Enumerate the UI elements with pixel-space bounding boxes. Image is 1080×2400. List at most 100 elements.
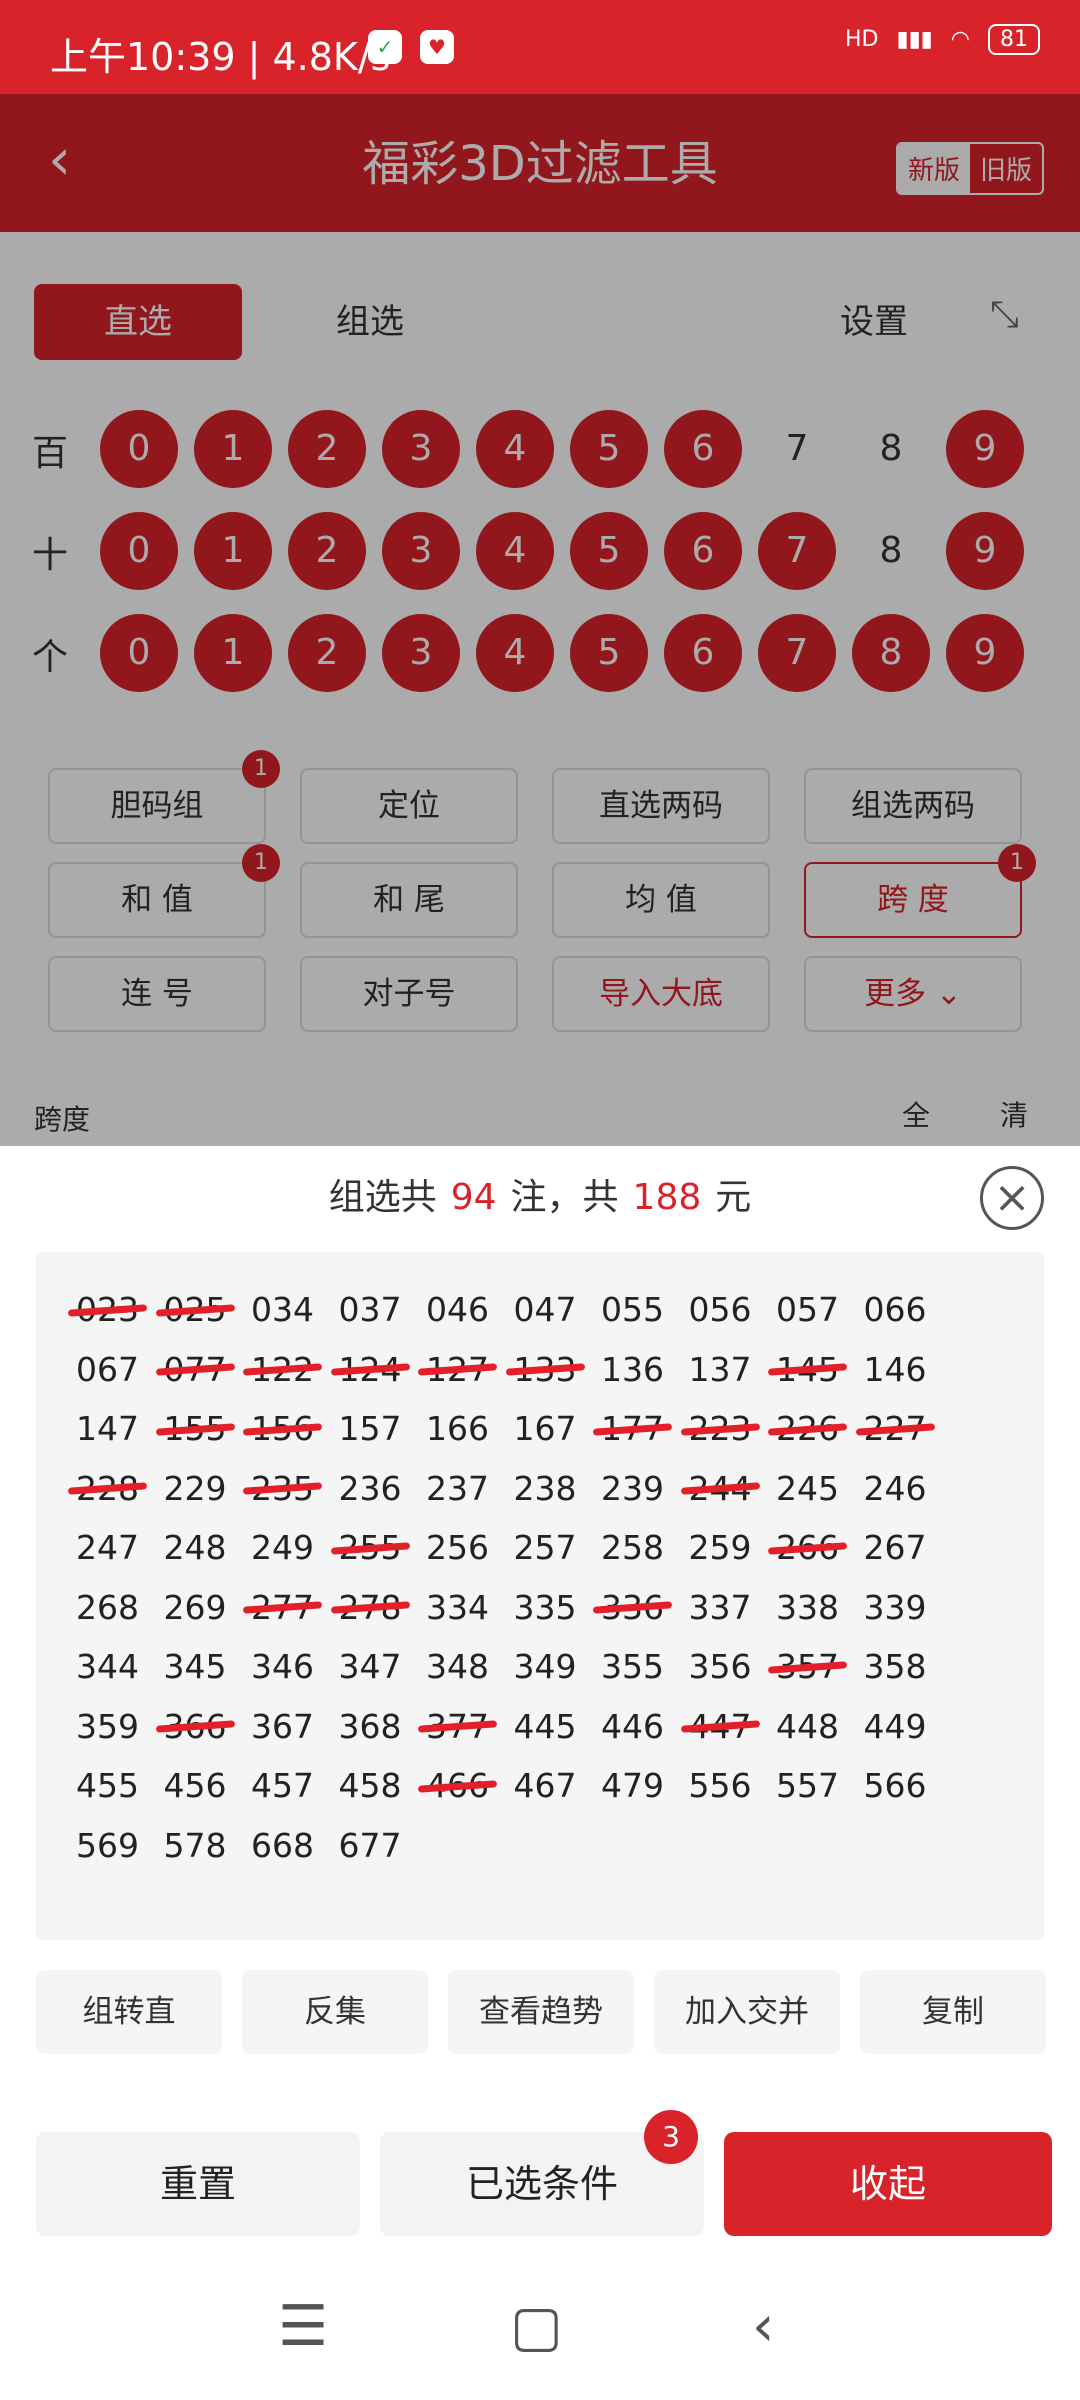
- action-button[interactable]: 组转直: [36, 1970, 222, 2054]
- number-item: 348: [426, 1647, 489, 1686]
- number-item: 458: [338, 1766, 402, 1805]
- menu-icon[interactable]: ☰: [278, 2294, 328, 2359]
- number-item: 377: [414, 1707, 501, 1746]
- summary-prefix: 组选共: [328, 1177, 437, 1218]
- number-item: 237: [426, 1468, 489, 1508]
- number-item: 238: [513, 1468, 577, 1508]
- battery-icon: 81: [988, 24, 1040, 55]
- number-item: 345: [163, 1647, 227, 1686]
- number-item: 167: [513, 1409, 577, 1448]
- number-item: 147: [76, 1409, 139, 1448]
- number-item: 136: [601, 1349, 664, 1389]
- number-item: 236: [338, 1468, 402, 1508]
- signal-bars-icon: ▮▮▮: [896, 27, 933, 52]
- status-time: 上午10:39 | 4.8K/s: [50, 35, 391, 79]
- hd-signal-icon: HD: [844, 27, 879, 52]
- number-item: 677: [338, 1825, 402, 1865]
- collapse-button[interactable]: 收起: [724, 2132, 1052, 2236]
- number-item: 255: [327, 1528, 414, 1567]
- number-item: 337: [688, 1587, 752, 1627]
- number-item: 047: [513, 1290, 577, 1329]
- number-item: 239: [601, 1468, 664, 1508]
- result-summary: 组选共 94 注，共 188 元: [0, 1168, 1080, 1220]
- number-item: 449: [863, 1706, 927, 1746]
- number-item: 367: [251, 1706, 314, 1746]
- number-item: 166: [426, 1409, 489, 1448]
- number-item: 344: [76, 1647, 139, 1686]
- number-item: 277: [239, 1588, 326, 1627]
- number-item: 349: [513, 1647, 577, 1686]
- number-item: 455: [76, 1766, 139, 1805]
- status-bar: 上午10:39 | 4.8K/s ✓ ♥ HD ▮▮▮ ◠ 81: [0, 0, 1080, 94]
- number-item: 023: [64, 1290, 151, 1329]
- wifi-icon: ◠: [950, 27, 970, 52]
- number-item: 446: [601, 1706, 664, 1746]
- number-item: 338: [776, 1587, 839, 1627]
- number-item: 055: [601, 1290, 664, 1329]
- home-icon[interactable]: ▢: [510, 2294, 563, 2359]
- reset-button[interactable]: 重置: [36, 2132, 360, 2236]
- number-item: 248: [163, 1528, 227, 1567]
- total-amount: 188: [632, 1177, 702, 1218]
- number-item: 229: [163, 1468, 227, 1508]
- number-item: 259: [688, 1528, 752, 1567]
- close-icon[interactable]: ×: [980, 1166, 1044, 1230]
- number-item: 368: [338, 1706, 402, 1746]
- number-item: 127: [414, 1350, 501, 1389]
- number-item: 366: [152, 1707, 239, 1746]
- number-item: 146: [863, 1349, 927, 1389]
- action-button[interactable]: 复制: [860, 1970, 1046, 2054]
- number-item: 037: [338, 1290, 402, 1329]
- number-item: 336: [589, 1588, 676, 1627]
- number-item: 258: [601, 1528, 664, 1567]
- number-item: 245: [776, 1468, 839, 1508]
- number-item: 077: [152, 1350, 239, 1389]
- number-item: 122: [239, 1350, 326, 1389]
- number-item: 359: [76, 1706, 139, 1746]
- summary-suffix: 元: [715, 1177, 752, 1218]
- number-item: 569: [76, 1825, 139, 1865]
- selected-count-badge: 3: [644, 2110, 698, 2164]
- number-item: 256: [426, 1528, 489, 1567]
- action-button[interactable]: 加入交并: [654, 1970, 840, 2054]
- number-item: 066: [863, 1290, 927, 1329]
- number-item: 177: [589, 1409, 676, 1448]
- number-item: 356: [688, 1647, 752, 1686]
- number-item: 228: [64, 1469, 151, 1508]
- back-nav-icon[interactable]: ‹: [752, 2294, 774, 2359]
- number-item: 479: [601, 1766, 664, 1805]
- summary-mid: 注，共: [510, 1177, 619, 1218]
- number-item: 334: [426, 1587, 489, 1627]
- number-item: 347: [338, 1647, 402, 1686]
- number-item: 456: [163, 1766, 227, 1805]
- number-item: 156: [239, 1409, 326, 1448]
- number-item: 268: [76, 1587, 139, 1627]
- number-item: 457: [251, 1766, 314, 1805]
- number-item: 578: [163, 1825, 227, 1865]
- number-item: 257: [513, 1528, 577, 1567]
- number-item: 467: [513, 1766, 577, 1805]
- number-item: 244: [677, 1469, 764, 1508]
- number-item: 223: [677, 1409, 764, 1448]
- heart-app-icon: ♥: [420, 30, 454, 64]
- action-button[interactable]: 反集: [242, 1970, 428, 2054]
- number-item: 339: [863, 1587, 927, 1627]
- number-item: 358: [863, 1647, 927, 1686]
- dim-overlay[interactable]: [0, 94, 1080, 1146]
- number-item: 335: [513, 1587, 577, 1627]
- number-item: 133: [502, 1350, 589, 1389]
- number-item: 269: [163, 1587, 227, 1627]
- action-button[interactable]: 查看趋势: [448, 1970, 634, 2054]
- shield-app-icon: ✓: [368, 30, 402, 64]
- number-item: 046: [426, 1290, 489, 1329]
- number-item: 067: [76, 1349, 139, 1389]
- number-item: 155: [152, 1409, 239, 1448]
- number-item: 034: [251, 1290, 314, 1329]
- number-item: 025: [152, 1290, 239, 1329]
- number-item: 056: [688, 1290, 752, 1329]
- number-item: 249: [251, 1528, 314, 1567]
- number-item: 445: [513, 1706, 577, 1746]
- number-item: 247: [76, 1528, 139, 1567]
- number-list: 023 025 034 037 046 047 055 056 057 066 067 077 122 1…: [36, 1252, 1044, 1940]
- number-item: 448: [776, 1706, 839, 1746]
